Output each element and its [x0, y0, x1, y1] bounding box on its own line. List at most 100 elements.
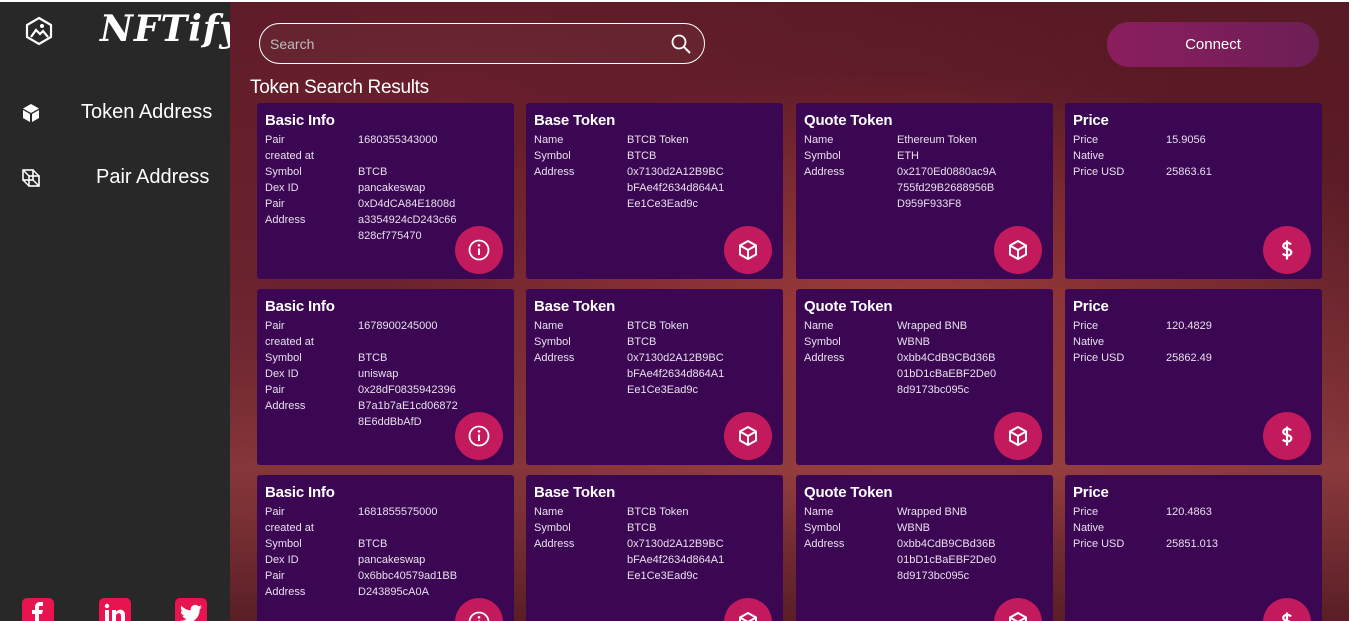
field-value: WBNB: [897, 336, 930, 348]
field-value: ETH: [897, 150, 919, 162]
card-title: Base Token: [534, 112, 616, 129]
field-label: Address: [534, 352, 575, 364]
field-value: Wrapped BNB: [897, 320, 968, 332]
field-label: Symbol: [804, 336, 841, 348]
linkedin-icon: [104, 603, 125, 621]
connect-button[interactable]: Connect: [1107, 22, 1319, 67]
search-icon[interactable]: [670, 33, 692, 55]
card-title: Quote Token: [804, 298, 893, 315]
info-icon: [468, 611, 490, 621]
quote-token-card: Quote Token Name Ethereum Token Symbol ETH Ad…: [796, 103, 1053, 279]
field-label: Address: [534, 538, 575, 550]
field-label: Pair created at: [265, 320, 314, 348]
field-label: Pair Address: [265, 570, 306, 598]
sidebar: NFTify Token Address Pair Address: [0, 2, 240, 621]
field-value: 120.4829: [1166, 320, 1212, 332]
base-details-button[interactable]: [724, 226, 772, 274]
field-value: 15.9056: [1166, 134, 1206, 146]
field-label: Name: [534, 134, 564, 146]
field-value: BTCB: [627, 336, 657, 348]
field-value: BTCB: [358, 352, 388, 364]
card-title: Base Token: [534, 298, 616, 315]
card-title: Quote Token: [804, 112, 893, 129]
price-card: Price Price Native 120.4863 Price USD 25851.…: [1065, 475, 1322, 621]
logo-icon: [25, 16, 53, 46]
sidebar-item-token-address[interactable]: Token Address: [0, 94, 230, 134]
field-label: Pair created at: [265, 134, 314, 162]
facebook-link[interactable]: [22, 598, 54, 621]
field-label: Symbol: [265, 352, 302, 364]
field-label: Price Native: [1073, 506, 1105, 534]
field-label: Pair Address: [265, 198, 306, 226]
base-token-card: Base Token Name BTCB Token Symbol BTCB Addres…: [526, 475, 783, 621]
field-value: pancakeswap: [358, 554, 426, 566]
quote-details-button[interactable]: [994, 412, 1042, 460]
field-value: 25863.61: [1166, 166, 1212, 178]
field-value: BTCB: [627, 522, 657, 534]
field-label: Address: [804, 352, 845, 364]
basic-details-button[interactable]: [455, 226, 503, 274]
dollar-icon: [1282, 612, 1292, 621]
cube-icon: [739, 425, 757, 447]
cube-icon: [739, 239, 757, 261]
price-details-button[interactable]: [1263, 226, 1311, 274]
field-value: 0x6bbc40579ad1BBD243895cA0A: [358, 570, 458, 598]
field-value: 0x7130d2A12B9BCbFAe4f2634d864A1Ee1Ce3Ead…: [627, 538, 725, 582]
quote-token-card: Quote Token Name Wrapped BNB Symbol WBNB Addr…: [796, 289, 1053, 465]
card-title: Basic Info: [265, 484, 335, 501]
field-label: Dex ID: [265, 554, 299, 566]
dollar-icon: [1281, 426, 1293, 446]
facebook-icon: [32, 602, 43, 621]
quote-details-button[interactable]: [994, 226, 1042, 274]
field-label: Symbol: [534, 150, 571, 162]
basic-details-button[interactable]: [455, 598, 503, 621]
cube-icon: [1009, 611, 1027, 621]
field-label: Symbol: [265, 166, 302, 178]
price-card: Price Price Native 15.9056 Price USD 25863.6…: [1065, 103, 1322, 279]
field-value: BTCB Token: [627, 320, 689, 332]
field-label: Symbol: [804, 522, 841, 534]
field-value: 0x7130d2A12B9BCbFAe4f2634d864A1Ee1Ce3Ead…: [627, 166, 725, 210]
field-value: 0x7130d2A12B9BCbFAe4f2634d864A1Ee1Ce3Ead…: [627, 352, 725, 396]
basic-info-card: Basic Info Pair created at 1681855575000 Sy…: [257, 475, 514, 621]
linkedin-link[interactable]: [99, 598, 131, 621]
base-details-button[interactable]: [724, 412, 772, 460]
field-value: BTCB Token: [627, 134, 689, 146]
field-label: Dex ID: [265, 368, 299, 380]
field-value: BTCB Token: [627, 506, 689, 518]
base-token-card: Base Token Name BTCB Token Symbol BTCB Addres…: [526, 289, 783, 465]
field-label: Price Native: [1073, 134, 1105, 162]
sidebar-item-label: Token Address: [81, 101, 213, 123]
search-bar: [259, 23, 705, 64]
twitter-link[interactable]: [175, 598, 207, 621]
search-input[interactable]: [270, 32, 660, 56]
card-title: Price: [1073, 298, 1109, 315]
field-label: Symbol: [804, 150, 841, 162]
field-value: BTCB: [358, 166, 388, 178]
field-value: 25851.013: [1166, 538, 1218, 550]
twitter-icon: [180, 604, 202, 621]
field-value: Ethereum Token: [897, 134, 977, 146]
field-value: 25862.49: [1166, 352, 1212, 364]
field-label: Address: [534, 166, 575, 178]
cubes-icon: [22, 169, 40, 187]
field-value: 1681855575000: [358, 506, 438, 518]
card-title: Quote Token: [804, 484, 893, 501]
field-value: Wrapped BNB: [897, 506, 968, 518]
cube-icon: [23, 104, 39, 122]
base-details-button[interactable]: [724, 598, 772, 621]
cube-icon: [739, 611, 757, 621]
field-label: Symbol: [534, 522, 571, 534]
card-title: Basic Info: [265, 112, 335, 129]
price-details-button[interactable]: [1263, 412, 1311, 460]
basic-details-button[interactable]: [455, 412, 503, 460]
base-token-card: Base Token Name BTCB Token Symbol BTCB Addres…: [526, 103, 783, 279]
field-label: Address: [804, 538, 845, 550]
field-value: 0xD4dCA84E1808da3354924cD243c66828cf7754…: [358, 198, 457, 242]
field-label: Name: [804, 320, 834, 332]
results-title: Token Search Results: [250, 77, 429, 98]
sidebar-item-pair-address[interactable]: Pair Address: [0, 159, 230, 199]
field-value: 1680355343000: [358, 134, 438, 146]
quote-details-button[interactable]: [994, 598, 1042, 621]
price-details-button[interactable]: [1263, 598, 1311, 621]
